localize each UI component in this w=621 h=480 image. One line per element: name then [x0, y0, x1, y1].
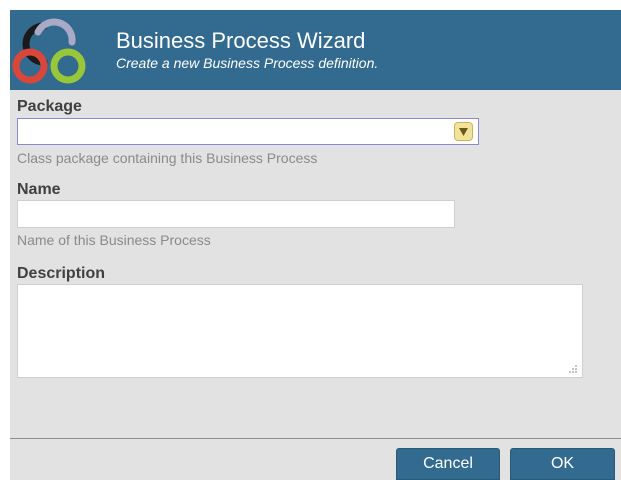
- dialog-subtitle: Create a new Business Process definition…: [116, 55, 379, 71]
- description-textarea[interactable]: [17, 284, 583, 378]
- dialog-title: Business Process Wizard: [116, 28, 366, 53]
- name-label: Name: [17, 181, 61, 198]
- name-input[interactable]: [17, 200, 455, 228]
- name-hint: Name of this Business Process: [17, 232, 211, 248]
- package-dropdown-button[interactable]: [454, 122, 473, 141]
- package-select[interactable]: [17, 118, 479, 145]
- dialog-header: Business Process Wizard Create a new Bus…: [10, 10, 621, 90]
- app-logo-icon: [12, 18, 86, 84]
- cancel-button[interactable]: Cancel: [396, 448, 500, 480]
- business-process-wizard-dialog: Business Process Wizard Create a new Bus…: [10, 10, 621, 480]
- package-hint: Class package containing this Business P…: [17, 150, 318, 166]
- resize-grip-icon[interactable]: [566, 362, 578, 374]
- package-label: Package: [17, 98, 82, 115]
- triangle-down-icon: [459, 128, 468, 136]
- ok-button[interactable]: OK: [510, 448, 615, 480]
- description-label: Description: [17, 265, 106, 282]
